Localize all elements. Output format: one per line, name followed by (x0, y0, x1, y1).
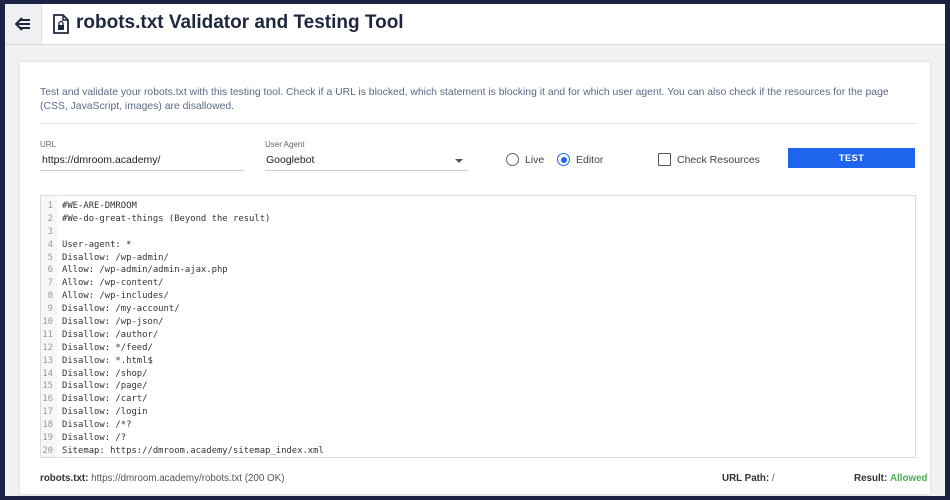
code-line[interactable]: 12 Disallow: */feed/ (41, 342, 915, 355)
line-number: 12 (42, 342, 53, 353)
line-number: 19 (42, 433, 53, 444)
user-agent-select[interactable]: Googlebot (266, 154, 314, 166)
back-button[interactable] (5, 4, 42, 44)
code-line[interactable]: 5 Disallow: /wp-admin/ (41, 252, 915, 265)
line-number: 11 (42, 329, 53, 340)
robots-editor[interactable]: 1 #WE-ARE-DMROOM 2 #We-do-great-things (Bey… (40, 195, 916, 458)
chevron-down-icon[interactable] (455, 159, 463, 163)
code-line[interactable]: 6 Allow: /wp-admin/admin-ajax.php (41, 264, 915, 277)
result-value: Allowed (889, 473, 928, 484)
line-number: 4 (47, 239, 53, 250)
line-text: Disallow: /shop/ (62, 368, 148, 379)
line-number: 10 (42, 317, 53, 328)
line-text: Allow: /wp-content/ (62, 278, 164, 289)
line-number: 15 (42, 381, 53, 392)
code-line[interactable]: 1 #WE-ARE-DMROOM (41, 200, 915, 213)
tool-card: Test and validate your robots.txt with t… (20, 62, 930, 494)
code-line[interactable]: 19 Disallow: /? (41, 432, 915, 445)
code-line[interactable]: 10 Disallow: /wp-json/ (41, 316, 915, 329)
line-text: Disallow: /wp-json/ (62, 317, 164, 328)
code-line[interactable]: 9 Disallow: /my-account/ (41, 303, 915, 316)
radio-editor[interactable] (557, 153, 570, 166)
line-text: Disallow: /page/ (62, 381, 148, 392)
line-number: 7 (47, 278, 53, 289)
app-window: robots.txt Validator and Testing Tool Te… (5, 4, 945, 496)
line-number: 17 (42, 407, 53, 418)
code-line[interactable]: 20 Sitemap: https://dmroom.academy/sitema… (41, 445, 915, 457)
url-label: URL (40, 140, 57, 149)
line-text: Disallow: /*? (62, 420, 132, 431)
line-text: Disallow: /? (62, 433, 127, 444)
url-path-value: / (771, 473, 775, 484)
line-number: 20 (42, 445, 53, 456)
test-button[interactable]: TEST (788, 148, 915, 168)
line-text: Disallow: /wp-admin/ (62, 252, 169, 263)
url-path-status: URL Path: / (722, 473, 775, 484)
line-text: Disallow: */feed/ (62, 342, 153, 353)
url-path-label: URL Path: (722, 473, 770, 484)
line-number: 5 (47, 252, 53, 263)
code-line[interactable]: 15 Disallow: /page/ (41, 380, 915, 393)
line-text: Disallow: /author/ (62, 329, 159, 340)
line-text: Disallow: *.html$ (62, 355, 153, 366)
line-number: 13 (42, 355, 53, 366)
url-underline (40, 170, 244, 171)
code-line[interactable]: 4 User-agent: * (41, 239, 915, 252)
line-text: Allow: /wp-admin/admin-ajax.php (62, 265, 228, 276)
line-text: #WE-ARE-DMROOM (62, 201, 137, 211)
line-number: 6 (47, 265, 53, 276)
user-agent-underline (265, 170, 468, 171)
code-line[interactable]: 3 (41, 226, 915, 239)
line-text: Disallow: /cart/ (62, 394, 148, 405)
line-number: 8 (47, 291, 53, 302)
line-number: 14 (42, 368, 53, 379)
result-status: Result: Allowed (854, 473, 928, 484)
line-text: Disallow: /my-account/ (62, 304, 180, 315)
line-number: 3 (47, 226, 53, 237)
robots-status: robots.txt: https://dmroom.academy/robot… (40, 473, 284, 484)
code-line[interactable]: 2 #We-do-great-things (Beyond the result) (41, 213, 915, 226)
line-number: 16 (42, 394, 53, 405)
code-content[interactable]: 1 #WE-ARE-DMROOM 2 #We-do-great-things (Bey… (41, 200, 915, 457)
robots-label: robots.txt: (40, 473, 89, 484)
url-input[interactable]: https://dmroom.academy/ (42, 154, 160, 166)
robots-url: https://dmroom.academy/robots.txt (200 O… (91, 473, 285, 484)
code-line[interactable]: 7 Allow: /wp-content/ (41, 277, 915, 290)
line-text: User-agent: * (62, 239, 132, 250)
back-arrow-icon (15, 17, 30, 31)
code-line[interactable]: 16 Disallow: /cart/ (41, 393, 915, 406)
line-number: 1 (47, 201, 53, 211)
line-number: 2 (47, 213, 53, 224)
code-line[interactable]: 18 Disallow: /*? (41, 419, 915, 432)
line-text: Sitemap: https://dmroom.academy/sitemap_… (62, 445, 324, 456)
line-text: Allow: /wp-includes/ (62, 291, 169, 302)
code-line[interactable]: 14 Disallow: /shop/ (41, 368, 915, 381)
line-text: Disallow: /login (62, 407, 148, 418)
check-resources-checkbox[interactable] (658, 153, 671, 166)
radio-live[interactable] (506, 153, 519, 166)
line-text: #We-do-great-things (Beyond the result) (62, 213, 271, 224)
divider (40, 123, 916, 124)
user-agent-label: User Agent (265, 140, 305, 149)
code-line[interactable]: 11 Disallow: /author/ (41, 329, 915, 342)
line-number: 9 (47, 304, 53, 315)
code-line[interactable]: 13 Disallow: *.html$ (41, 355, 915, 368)
radio-editor-label: Editor (576, 154, 604, 166)
code-line[interactable]: 8 Allow: /wp-includes/ (41, 290, 915, 303)
code-line[interactable]: 17 Disallow: /login (41, 406, 915, 419)
tool-description: Test and validate your robots.txt with t… (40, 87, 889, 112)
header-bar: robots.txt Validator and Testing Tool (5, 4, 945, 45)
line-number: 18 (42, 420, 53, 431)
check-resources-label: Check Resources (677, 154, 760, 166)
file-lock-icon (53, 14, 69, 34)
radio-live-label: Live (525, 154, 545, 166)
result-label: Result: (854, 473, 888, 484)
page-title: robots.txt Validator and Testing Tool (76, 12, 404, 33)
